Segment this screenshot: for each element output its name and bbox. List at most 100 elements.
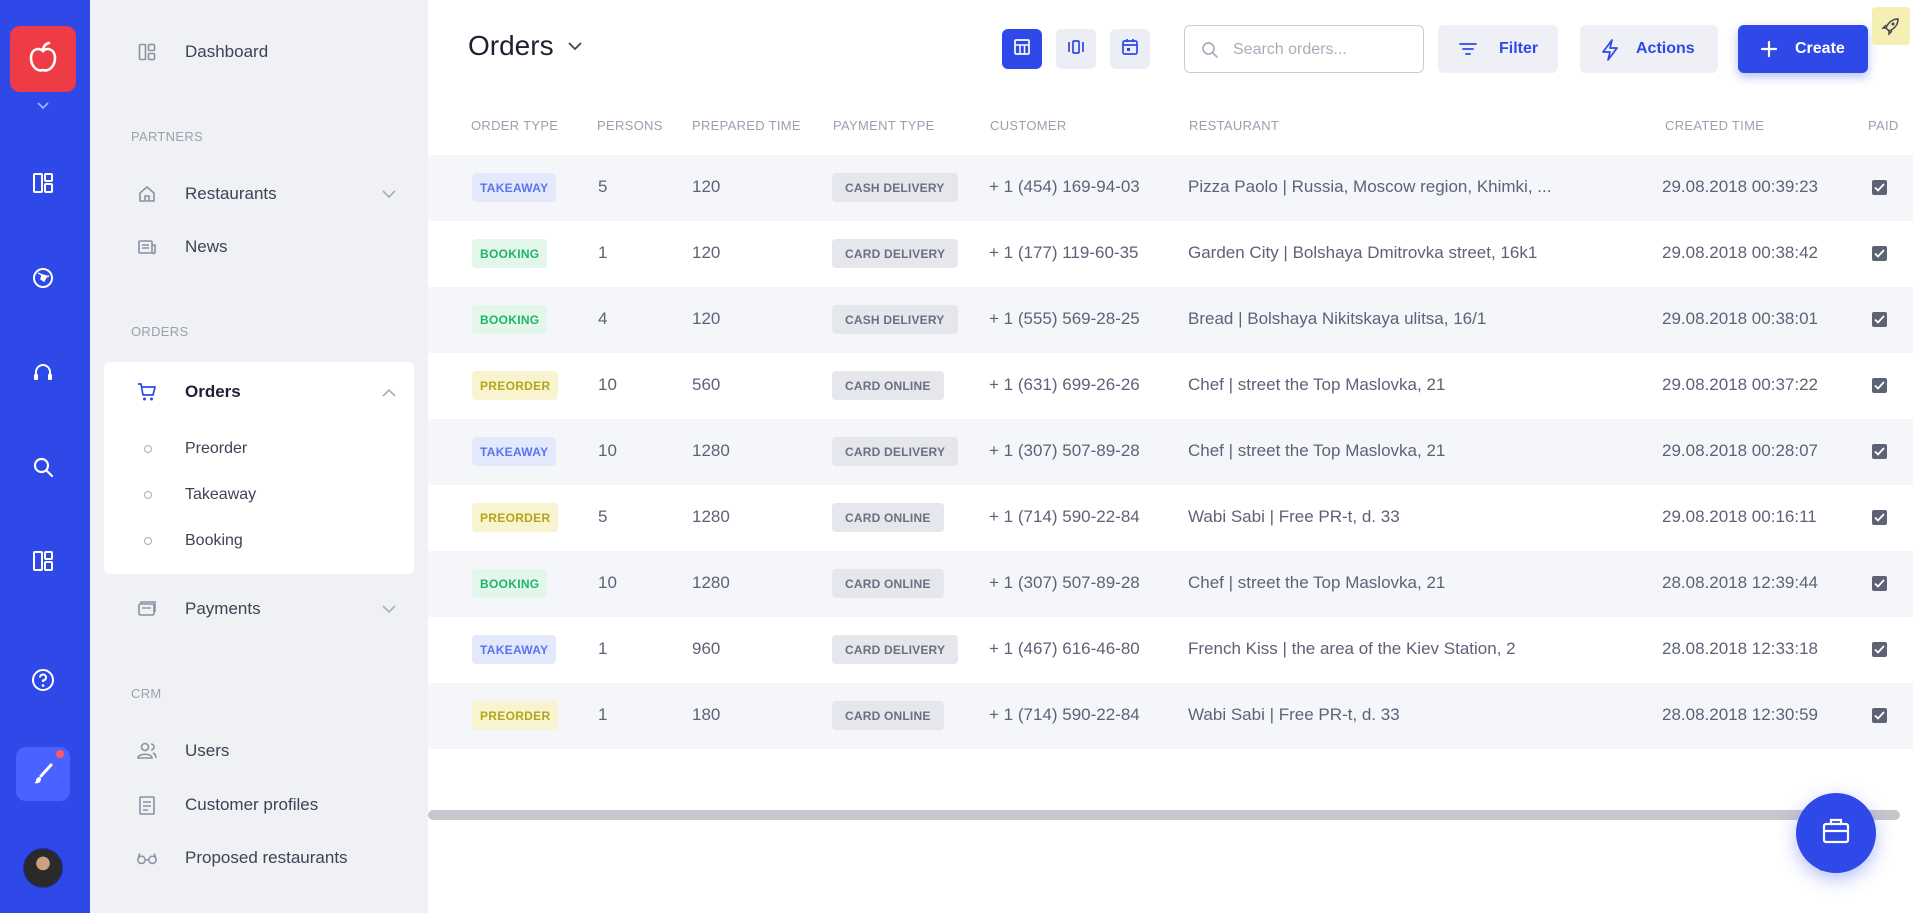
chevron-up-icon: [380, 383, 398, 401]
sidebar-item-news[interactable]: News: [90, 230, 428, 264]
customer-cell[interactable]: + 1 (631) 699-26-26: [989, 375, 1140, 395]
search-icon[interactable]: [27, 451, 59, 483]
restaurant-cell[interactable]: Chef | street the Top Maslovka, 21: [1188, 441, 1445, 461]
prepared-time-cell: 960: [692, 639, 721, 658]
column-header[interactable]: PAYMENT TYPE: [833, 118, 935, 133]
prepared-time-cell: 1280: [692, 573, 730, 592]
created-time-cell: 29.08.2018 00:39:23: [1662, 177, 1818, 196]
restaurant-cell[interactable]: Wabi Sabi | Free PR-t, d. 33: [1188, 705, 1400, 725]
column-header[interactable]: CUSTOMER: [990, 118, 1067, 133]
customer-cell[interactable]: + 1 (467) 616-46-80: [989, 639, 1140, 659]
table-row[interactable]: TAKEAWAY 1 960 CARD DELIVERY + 1 (467) 616-4…: [428, 617, 1913, 683]
customer-cell[interactable]: + 1 (714) 590-22-84: [989, 507, 1140, 527]
customer-cell[interactable]: + 1 (454) 169-94-03: [989, 177, 1140, 197]
customer-cell[interactable]: + 1 (307) 507-89-28: [989, 441, 1140, 461]
customer-cell[interactable]: + 1 (714) 590-22-84: [989, 705, 1140, 725]
restaurant-cell[interactable]: Garden City | Bolshaya Dmitrovka street,…: [1188, 243, 1537, 263]
table-row[interactable]: BOOKING 4 120 CASH DELIVERY + 1 (555) 569-28…: [428, 287, 1913, 353]
brush-icon[interactable]: [16, 747, 70, 801]
restaurant-cell[interactable]: French Kiss | the area of the Kiev Stati…: [1188, 639, 1516, 659]
column-header[interactable]: PAID: [1868, 118, 1899, 133]
order-type-badge: TAKEAWAY: [472, 437, 557, 466]
avatar[interactable]: [23, 848, 63, 888]
table-icon: [1013, 38, 1031, 61]
created-time-cell: 29.08.2018 00:16:11: [1662, 507, 1817, 526]
table-row[interactable]: BOOKING 10 1280 CARD ONLINE + 1 (307) 507-89…: [428, 551, 1913, 617]
sidebar-item-label: Orders: [185, 382, 241, 401]
column-header[interactable]: CREATED TIME: [1665, 118, 1764, 133]
restaurant-cell[interactable]: Bread | Bolshaya Nikitskaya ulitsa, 16/1: [1188, 309, 1486, 329]
sidebar-subitem-booking[interactable]: Booking: [104, 527, 414, 555]
sidebar-subitem-preorder[interactable]: Preorder: [104, 435, 414, 463]
create-button[interactable]: Create: [1738, 25, 1868, 73]
sidebar-item-customer-profiles[interactable]: Customer profiles: [90, 788, 428, 822]
table-view-button[interactable]: [1002, 29, 1042, 69]
sidebar-item-restaurants[interactable]: Restaurants: [90, 177, 428, 211]
support-icon[interactable]: [27, 357, 59, 389]
created-time-cell: 28.08.2018 12:33:18: [1662, 639, 1818, 658]
dashboard-icon[interactable]: [27, 167, 59, 199]
paid-checkbox[interactable]: [1872, 180, 1887, 195]
plus-icon: [1760, 40, 1778, 63]
notification-dot: [56, 750, 64, 758]
kanban-view-button[interactable]: [1056, 29, 1096, 69]
rocket-icon[interactable]: [1872, 7, 1910, 45]
customer-cell[interactable]: + 1 (307) 507-89-28: [989, 573, 1140, 593]
column-header[interactable]: PREPARED TIME: [692, 118, 801, 133]
payment-type-badge: CARD DELIVERY: [832, 437, 959, 466]
actions-label: Actions: [1636, 40, 1695, 57]
restaurant-cell[interactable]: Chef | street the Top Maslovka, 21: [1188, 573, 1445, 593]
column-header[interactable]: PERSONS: [597, 118, 663, 133]
section-label-partners: PARTNERS: [131, 129, 203, 144]
paid-checkbox[interactable]: [1872, 510, 1887, 525]
table-row[interactable]: TAKEAWAY 5 120 CASH DELIVERY + 1 (454) 169-9…: [428, 155, 1913, 221]
column-header[interactable]: RESTAURANT: [1189, 118, 1279, 133]
sidebar-item-label: Proposed restaurants: [185, 848, 348, 867]
restaurant-cell[interactable]: Chef | street the Top Maslovka, 21: [1188, 375, 1445, 395]
apple-logo-icon[interactable]: [10, 26, 76, 92]
prepared-time-cell: 560: [692, 375, 721, 394]
filter-button[interactable]: Filter: [1438, 25, 1558, 73]
table-row[interactable]: TAKEAWAY 10 1280 CARD DELIVERY + 1 (307) 507…: [428, 419, 1913, 485]
customer-cell[interactable]: + 1 (555) 569-28-25: [989, 309, 1140, 329]
dashboard-icon: [136, 41, 158, 63]
paid-checkbox[interactable]: [1872, 576, 1887, 591]
sidebar-item-dashboard[interactable]: Dashboard: [90, 35, 428, 69]
chevron-down-icon: [380, 600, 398, 618]
help-icon[interactable]: [27, 664, 59, 696]
chevron-down-icon[interactable]: [35, 100, 51, 112]
actions-button[interactable]: Actions: [1580, 25, 1718, 73]
sidebar-subitem-takeaway[interactable]: Takeaway: [104, 481, 414, 509]
created-time-cell: 28.08.2018 12:30:59: [1662, 705, 1818, 724]
calendar-view-button[interactable]: [1110, 29, 1150, 69]
persons-cell: 5: [598, 177, 608, 196]
sidebar-item-users[interactable]: Users: [90, 734, 428, 768]
paid-checkbox[interactable]: [1872, 378, 1887, 393]
search-input[interactable]: [1233, 38, 1413, 62]
globe-icon[interactable]: [27, 262, 59, 294]
briefcase-button[interactable]: [1796, 793, 1876, 873]
order-type-badge: BOOKING: [472, 239, 548, 268]
table-row[interactable]: PREORDER 1 180 CARD ONLINE + 1 (714) 590-22-…: [428, 683, 1913, 749]
paid-checkbox[interactable]: [1872, 708, 1887, 723]
table-row[interactable]: PREORDER 5 1280 CARD ONLINE + 1 (714) 590-22…: [428, 485, 1913, 551]
table-row[interactable]: BOOKING 1 120 CARD DELIVERY + 1 (177) 119-60…: [428, 221, 1913, 287]
paid-checkbox[interactable]: [1872, 312, 1887, 327]
paid-checkbox[interactable]: [1872, 444, 1887, 459]
customer-cell[interactable]: + 1 (177) 119-60-35: [989, 243, 1138, 263]
filter-label: Filter: [1499, 40, 1539, 57]
order-type-badge: BOOKING: [472, 569, 548, 598]
column-header[interactable]: ORDER TYPE: [471, 118, 558, 133]
restaurant-cell[interactable]: Wabi Sabi | Free PR-t, d. 33: [1188, 507, 1400, 527]
horizontal-scrollbar[interactable]: [428, 810, 1900, 820]
sidebar-item-proposed-restaurants[interactable]: Proposed restaurants: [90, 841, 428, 875]
dashboard-icon[interactable]: [27, 545, 59, 577]
sidebar-item-payments[interactable]: Payments: [90, 592, 428, 626]
paid-checkbox[interactable]: [1872, 642, 1887, 657]
sidebar-item-orders[interactable]: Orders: [90, 375, 428, 409]
page-title[interactable]: Orders: [468, 30, 584, 62]
prepared-time-cell: 1280: [692, 507, 730, 526]
restaurant-cell[interactable]: Pizza Paolo | Russia, Moscow region, Khi…: [1188, 177, 1551, 197]
paid-checkbox[interactable]: [1872, 246, 1887, 261]
table-row[interactable]: PREORDER 10 560 CARD ONLINE + 1 (631) 699-26…: [428, 353, 1913, 419]
